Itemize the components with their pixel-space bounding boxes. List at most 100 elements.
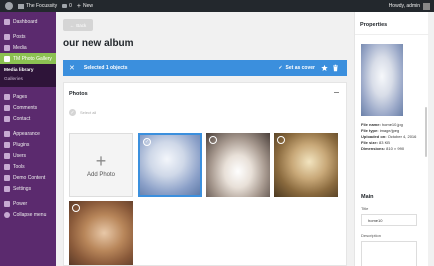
sidebar-item-comments[interactable]: Comments xyxy=(0,102,56,113)
sidebar-item-plugins[interactable]: Plugins xyxy=(0,139,56,150)
properties-heading: Properties xyxy=(360,22,388,28)
sidebar-item-label: Power xyxy=(13,200,28,207)
sidebar-item-tools[interactable]: Tools xyxy=(0,161,56,172)
sidebar-item-users[interactable]: Users xyxy=(0,150,56,161)
sidebar-item-posts[interactable]: Posts xyxy=(0,31,56,42)
wrench-icon xyxy=(4,163,10,170)
wordpress-logo-icon xyxy=(5,2,13,10)
users-icon xyxy=(4,152,10,159)
uploaded-value: October 4, 2016 xyxy=(387,134,417,139)
sidebar-item-label: Tools xyxy=(13,163,25,170)
photos-heading: Photos xyxy=(69,91,88,97)
comment-icon xyxy=(4,104,10,111)
sidebar-item-pages[interactable]: Pages xyxy=(0,91,56,102)
checkmark-icon: ✓ xyxy=(278,65,283,71)
sidebar-item-label: Plugins xyxy=(13,141,30,148)
comments-count: 0 xyxy=(69,3,72,9)
photo-tile[interactable] xyxy=(69,201,133,265)
gallery-submenu: Media library Galleries xyxy=(0,64,56,87)
sidebar-item-label: Settings xyxy=(13,185,32,192)
greeting-text: Howdy, admin xyxy=(388,3,420,9)
selected-check-icon[interactable]: ✓ xyxy=(143,138,151,146)
sidebar-item-power[interactable]: Power xyxy=(0,198,56,209)
comments-link[interactable]: 0 xyxy=(62,3,72,9)
select-circle-icon[interactable] xyxy=(209,136,217,144)
sidebar-item-label: Collapse menu xyxy=(13,211,47,218)
check-circle-icon: ✓ xyxy=(69,109,76,116)
title-label: Title xyxy=(361,206,369,211)
select-all-checkbox[interactable]: ✓ Select all xyxy=(69,109,96,116)
sidebar-item-appearance[interactable]: Appearance xyxy=(0,128,56,139)
description-textarea[interactable] xyxy=(361,241,417,266)
sidebar-item-media[interactable]: Media xyxy=(0,42,56,53)
settings-icon xyxy=(4,185,10,192)
photo-tile-selected[interactable]: ✓ xyxy=(138,133,202,197)
sidebar-item-label: Contact xyxy=(13,115,31,122)
file-info: File name: home10.jpg File type: image/j… xyxy=(361,122,425,152)
sidebar-item-label: TM Photo Gallery xyxy=(13,55,52,62)
trash-icon[interactable] xyxy=(332,64,339,72)
file-type-value: image/jpeg xyxy=(379,128,400,133)
file-size-value: 83 KB xyxy=(379,140,390,145)
title-input[interactable]: home10 xyxy=(361,214,417,226)
file-name-value: home10.jpg xyxy=(381,122,403,127)
photo-tile[interactable] xyxy=(206,133,270,197)
collapse-menu-button[interactable]: Collapse menu xyxy=(0,209,56,220)
collapse-panel-button[interactable] xyxy=(334,92,339,93)
add-photo-button[interactable]: + Add Photo xyxy=(69,133,133,197)
star-icon[interactable] xyxy=(321,64,328,72)
scrollbar[interactable] xyxy=(425,107,427,157)
submenu-media-library[interactable]: Media library xyxy=(0,66,56,75)
back-button[interactable]: ← Back xyxy=(63,19,93,31)
submenu-galleries[interactable]: Galleries xyxy=(0,75,56,84)
brush-icon xyxy=(4,130,10,137)
new-content-link[interactable]: + New xyxy=(77,3,93,10)
sidebar-item-label: Demo Content xyxy=(13,174,46,181)
admin-bar: The Focussity 0 + New Howdy, admin xyxy=(0,0,434,12)
properties-panel: Properties File name: home10.jpg File ty… xyxy=(354,12,429,266)
sidebar-item-dashboard[interactable]: Dashboard xyxy=(0,16,56,27)
photo-tile[interactable] xyxy=(274,133,338,197)
selection-count-text: Selected 1 objects xyxy=(83,65,128,71)
main-content: ← Back our new album ✕ Selected 1 object… xyxy=(56,12,354,266)
gallery-icon xyxy=(4,55,10,62)
download-icon xyxy=(4,174,10,181)
uploaded-label: Uploaded on: xyxy=(361,134,387,139)
sidebar-item-label: Pages xyxy=(13,93,28,100)
account-menu[interactable]: Howdy, admin xyxy=(389,0,430,12)
back-label: Back xyxy=(76,22,87,28)
avatar xyxy=(423,2,430,10)
add-photo-label: Add Photo xyxy=(86,172,116,178)
album-title: our new album xyxy=(63,38,134,49)
dashboard-icon xyxy=(4,18,10,25)
wp-logo-button[interactable] xyxy=(5,2,13,10)
sidebar-item-contact[interactable]: Contact xyxy=(0,113,56,124)
sidebar-item-label: Media xyxy=(13,44,27,51)
sidebar-item-settings[interactable]: Settings xyxy=(0,183,56,194)
select-circle-icon[interactable] xyxy=(277,136,285,144)
plus-icon: + xyxy=(95,151,107,171)
photo-preview xyxy=(361,44,403,116)
set-as-cover-button[interactable]: ✓ Set as cover xyxy=(278,60,315,76)
plugin-icon xyxy=(4,141,10,148)
file-type-label: File type: xyxy=(361,128,379,133)
photos-panel: Photos ✓ Select all + Add Photo ✓ xyxy=(63,82,347,266)
sidebar-item-label: Comments xyxy=(13,104,38,111)
set-cover-label: Set as cover xyxy=(285,65,315,71)
collapse-icon xyxy=(4,211,10,218)
site-name-link[interactable]: The Focussity xyxy=(18,3,57,9)
sidebar-item-tm-photo-gallery[interactable]: TM Photo Gallery xyxy=(0,53,56,64)
plus-icon: + xyxy=(76,2,81,10)
sidebar-item-label: Appearance xyxy=(13,130,40,137)
file-name-label: File name: xyxy=(361,122,381,127)
close-selection-icon[interactable]: ✕ xyxy=(69,65,75,72)
media-icon xyxy=(4,44,10,51)
sidebar-item-label: Users xyxy=(13,152,27,159)
arrow-left-icon: ← xyxy=(69,22,75,28)
divider xyxy=(355,34,429,35)
sidebar-item-label: Posts xyxy=(13,33,26,40)
sidebar-item-demo-content[interactable]: Demo Content xyxy=(0,172,56,183)
select-circle-icon[interactable] xyxy=(72,204,80,212)
power-icon xyxy=(4,200,10,207)
file-size-label: File size: xyxy=(361,140,378,145)
